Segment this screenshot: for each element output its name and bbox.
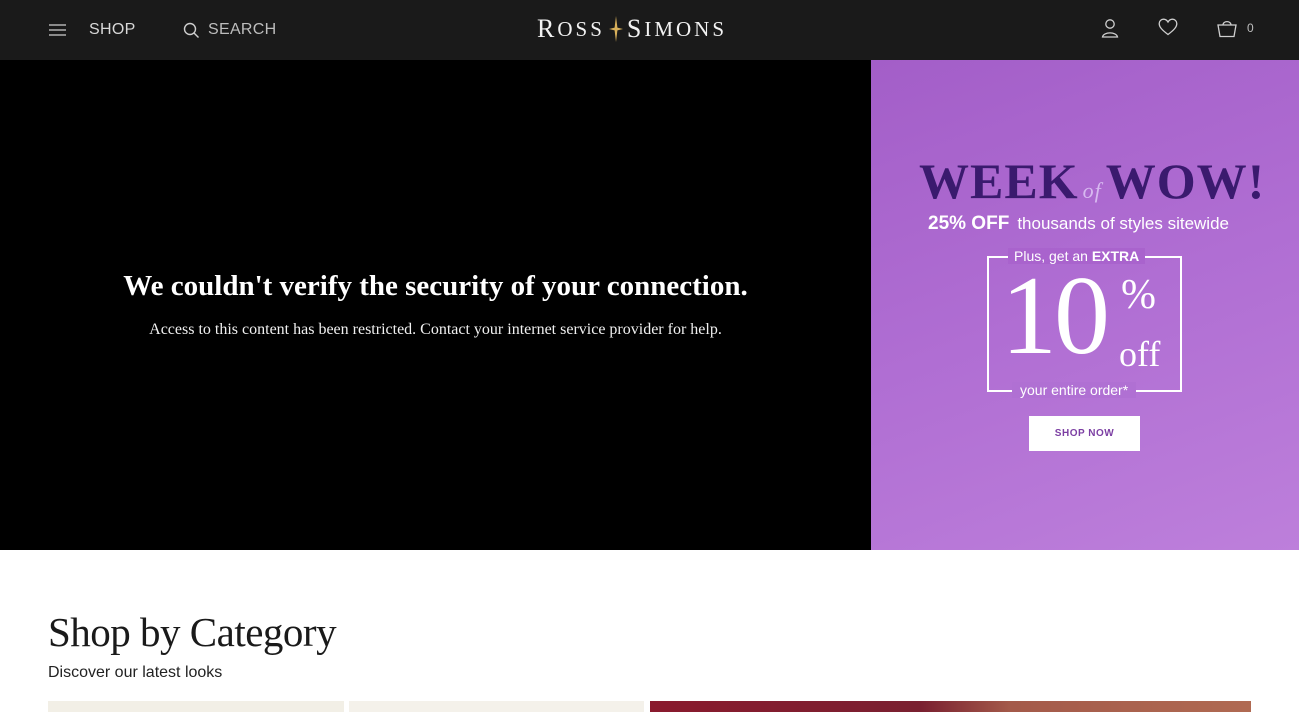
shop-by-category-subtitle: Discover our latest looks [48,664,223,681]
extra-percent-number: 10 [1001,254,1110,378]
wishlist-button[interactable] [1158,18,1178,41]
category-tile[interactable] [650,701,1251,712]
account-button[interactable] [1101,18,1119,43]
site-header: SHOP SEARCH R OSS S IMONS 0 [0,0,1299,60]
heart-icon [1158,18,1178,36]
shopping-bag-button[interactable]: 0 [1216,18,1254,38]
user-icon [1101,19,1119,38]
shop-menu-button[interactable]: SHOP [48,18,136,42]
week-of-wow-promo-banner[interactable]: WEEK ofWOW! 25% OFF thousands of styles si… [871,60,1299,550]
shopping-bag-icon [1217,20,1237,38]
promo-title: WEEK ofWOW! [919,152,1265,210]
promo-title-week: WEEK [919,153,1079,209]
security-error-message: Access to this content has been restrict… [149,321,722,338]
promo-discount-text: thousands of styles sitewide [1017,214,1229,233]
shop-by-category-heading: Shop by Category [48,609,337,655]
percent-sign: % [1121,272,1156,318]
promo-discount: 25% OFF [928,213,1010,234]
search-icon [183,22,199,38]
search-button[interactable]: SEARCH [183,18,276,42]
shop-label: SHOP [89,21,136,38]
star-icon [608,16,623,42]
category-tile[interactable] [48,701,344,712]
category-tile[interactable] [349,701,644,712]
entire-order-label: your entire order* [1012,382,1137,398]
logo-initial-s: S [626,14,645,43]
security-error-title: We couldn't verify the security of your … [123,270,748,302]
shop-now-button[interactable]: SHOP NOW [1029,416,1140,451]
ross-simons-logo[interactable]: R OSS S IMONS [537,14,727,44]
restricted-content-panel: We couldn't verify the security of your … [0,60,871,550]
off-label: off [1119,334,1161,374]
logo-initial-r: R [537,14,558,43]
hamburger-menu-icon [49,24,66,36]
promo-title-wow: WOW! [1105,153,1266,209]
bag-count: 0 [1247,21,1254,35]
promo-title-of: of [1082,178,1102,203]
promo-discount-line: 25% OFF thousands of styles sitewide [928,213,1229,235]
logo-word-oss: OSS [557,16,605,41]
search-label: SEARCH [208,21,277,38]
logo-word-imons: IMONS [644,16,728,41]
